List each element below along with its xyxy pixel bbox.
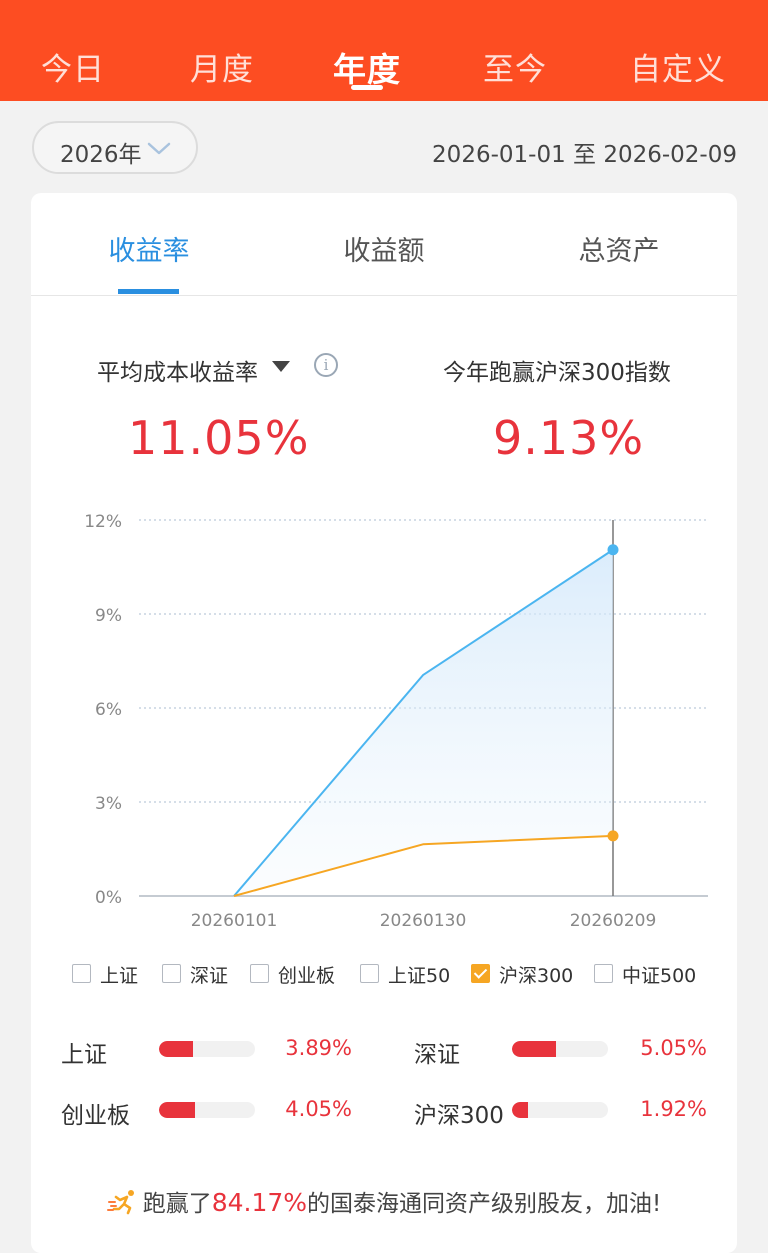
y-tick-label: 6% xyxy=(95,700,122,720)
rank-suffix: 的国泰海通同资产级别股友，加油! xyxy=(307,1191,662,1217)
index-return-value: 1.92% xyxy=(640,1097,707,1121)
index-return-value: 3.89% xyxy=(285,1036,352,1060)
chevron-down-icon xyxy=(147,142,171,155)
beat-index-value: 9.13% xyxy=(493,411,645,465)
rank-prefix: 跑赢了 xyxy=(142,1191,212,1217)
legend-label: 上证50 xyxy=(388,965,451,987)
index-return-bar xyxy=(512,1102,608,1118)
index-return-value: 5.05% xyxy=(640,1036,707,1060)
rank-percent: 84.17% xyxy=(211,1188,308,1217)
index-return-bar xyxy=(512,1041,608,1057)
series-point xyxy=(607,544,619,556)
y-tick-label: 9% xyxy=(95,606,122,626)
index-name: 创业板 xyxy=(61,1103,130,1129)
index-return-value: 4.05% xyxy=(285,1097,352,1121)
runner-icon xyxy=(106,1190,134,1215)
series-point xyxy=(607,830,619,842)
legend-label: 中证500 xyxy=(622,965,697,987)
active-tab-indicator xyxy=(351,85,383,90)
y-tick-label: 3% xyxy=(95,794,122,814)
beat-index-label: 今年跑赢沪深300指数 xyxy=(443,360,671,386)
index-return-bar-fill xyxy=(159,1102,195,1118)
checkbox-icon[interactable] xyxy=(250,964,269,983)
checkbox-icon[interactable] xyxy=(360,964,379,983)
index-name: 上证 xyxy=(61,1042,107,1068)
legend-label: 深证 xyxy=(190,965,229,987)
tab-year[interactable]: 年度 xyxy=(333,43,401,91)
period-tab-bar: 今日 月度 年度 至今 自定义 xyxy=(0,0,768,101)
x-tick-label: 20260130 xyxy=(380,911,467,931)
year-select[interactable]: 2026年 xyxy=(32,121,198,174)
tab-month[interactable]: 月度 xyxy=(190,44,254,89)
avg-cost-return-label[interactable]: 平均成本收益率 xyxy=(97,353,258,387)
metric-tab-indicator xyxy=(118,289,179,294)
date-range: 2026-01-01 至 2026-02-09 xyxy=(432,142,737,168)
checkbox-icon[interactable] xyxy=(72,964,91,983)
info-icon[interactable]: i xyxy=(314,353,338,377)
y-tick-label: 0% xyxy=(95,888,122,908)
tab-to-date[interactable]: 至今 xyxy=(483,44,547,89)
x-tick-label: 20260209 xyxy=(570,911,657,931)
avg-cost-return-value: 11.05% xyxy=(128,411,310,465)
index-return-bar xyxy=(159,1102,255,1118)
index-return-bar-fill xyxy=(512,1102,528,1118)
index-return-bar-fill xyxy=(512,1041,556,1057)
checkbox-icon[interactable] xyxy=(162,964,181,983)
tab-custom[interactable]: 自定义 xyxy=(630,44,726,89)
tab-divider xyxy=(31,295,737,296)
checkbox-checked-icon[interactable] xyxy=(471,964,490,983)
tab-today[interactable]: 今日 xyxy=(41,44,105,89)
legend-label: 创业板 xyxy=(278,965,336,987)
caret-down-icon[interactable] xyxy=(272,361,290,372)
tab-return-amount[interactable]: 收益额 xyxy=(344,229,425,268)
index-return-bar-fill xyxy=(159,1041,193,1057)
x-tick-label: 20260101 xyxy=(191,911,278,931)
checkbox-icon[interactable] xyxy=(594,964,613,983)
tab-return-rate[interactable]: 收益率 xyxy=(109,229,190,268)
year-select-value: 2026年 xyxy=(60,142,142,168)
tab-total-assets[interactable]: 总资产 xyxy=(579,229,660,268)
return-line-chart[interactable]: 0% 3% 6% 9% 12% 20260101 20260130 20260209 xyxy=(0,500,768,940)
y-tick-label: 12% xyxy=(84,512,122,532)
index-name: 沪深300 xyxy=(414,1103,504,1129)
legend-label: 上证 xyxy=(100,965,139,987)
index-return-bar xyxy=(159,1041,255,1057)
rank-message: 跑赢了84.17%的国泰海通同资产级别股友，加油! xyxy=(0,1184,768,1218)
legend-label: 沪深300 xyxy=(499,965,574,987)
index-name: 深证 xyxy=(414,1042,460,1068)
